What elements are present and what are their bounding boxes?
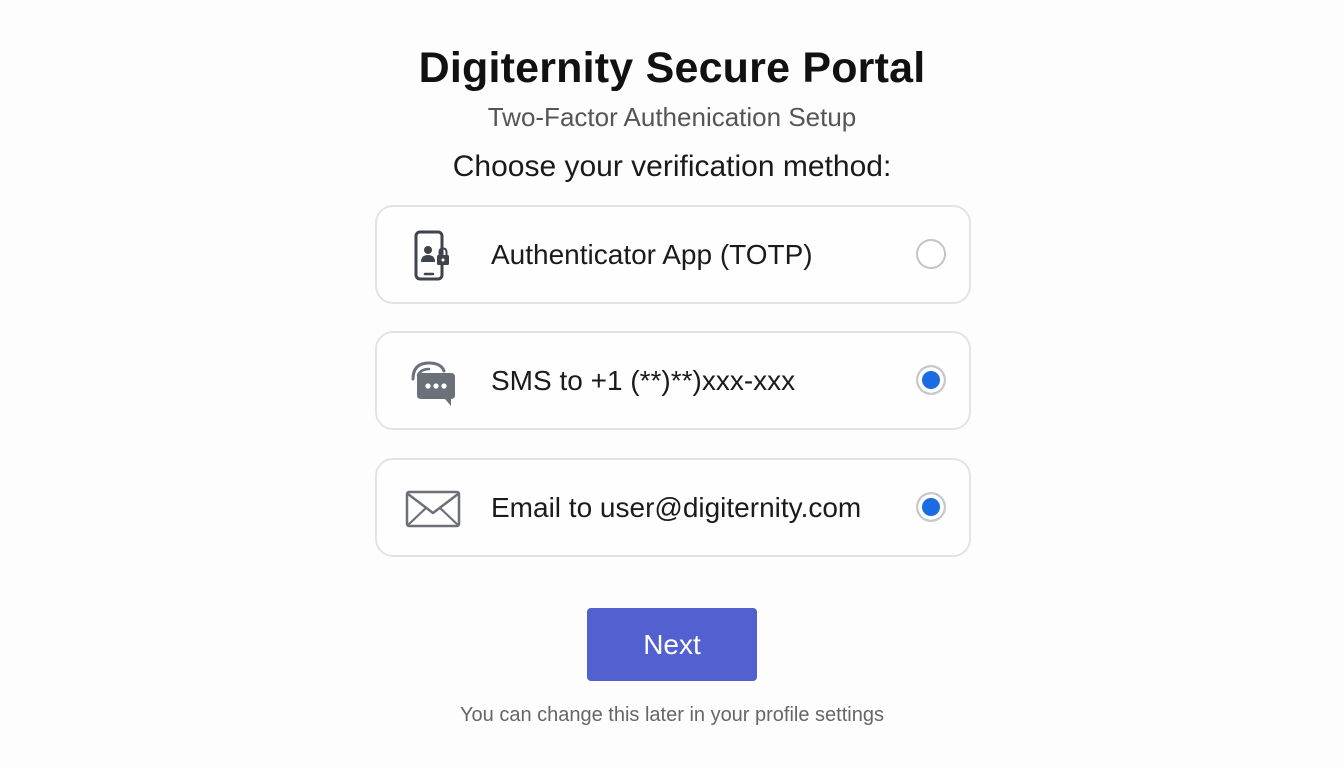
method-prompt: Choose your verification method: — [452, 150, 892, 183]
page: Digiternity Secure Portal Two-Factor Aut… — [0, 0, 1344, 768]
envelope-icon — [405, 482, 461, 536]
phone-lock-icon — [405, 229, 461, 283]
option-sms[interactable]: SMS to +1 (**)**)xxx-xxx — [375, 331, 971, 430]
settings-footnote: You can change this later in your profil… — [460, 704, 884, 726]
radio-email[interactable] — [916, 492, 946, 522]
option-label: Authenticator App (TOTP) — [491, 239, 813, 270]
option-email[interactable]: Email to user@digiternity.com — [375, 458, 971, 557]
chat-bubble-icon — [405, 355, 461, 409]
option-label: Email to user@digiternity.com — [491, 492, 862, 523]
next-button[interactable]: Next — [587, 608, 757, 681]
page-subtitle: Two-Factor Authenication Setup — [487, 102, 857, 132]
radio-sms[interactable] — [916, 365, 946, 395]
radio-authenticator-app[interactable] — [916, 239, 946, 269]
option-authenticator-app[interactable]: Authenticator App (TOTP) — [375, 205, 971, 304]
option-label: SMS to +1 (**)**)xxx-xxx — [491, 365, 796, 396]
page-title: Digiternity Secure Portal — [418, 44, 926, 92]
